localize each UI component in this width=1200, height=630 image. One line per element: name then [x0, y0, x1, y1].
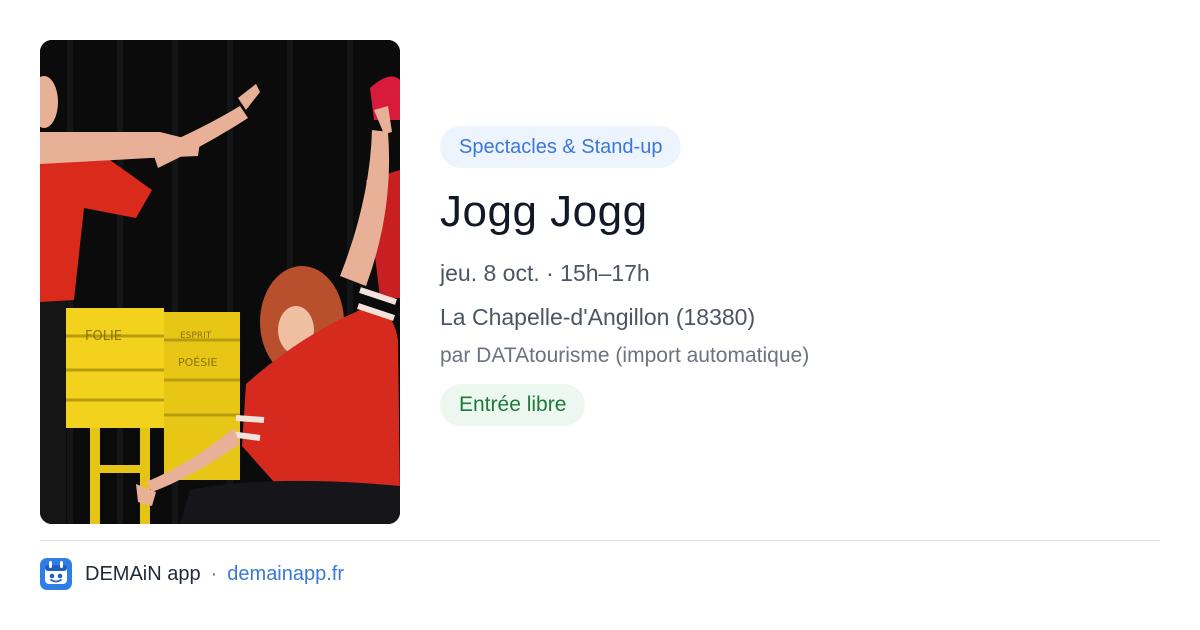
event-photo: FOLIE ESPRIT POÉSIE: [40, 40, 400, 524]
footer-separator: ·: [210, 562, 218, 585]
prop-text-poesie: POÉSIE: [178, 356, 217, 369]
price-badge: Entrée libre: [440, 384, 586, 426]
event-datetime: jeu. 8 oct. · 15h–17h: [440, 260, 650, 286]
site-link[interactable]: demainapp.fr: [227, 563, 344, 586]
prop-text-folie: FOLIE: [85, 329, 122, 344]
event-location: La Chapelle-d'Angillon (18380): [440, 304, 756, 330]
app-name: DEMAiN app: [85, 562, 201, 585]
app-logo-icon: [40, 558, 72, 590]
event-photo-illustration: FOLIE ESPRIT POÉSIE: [40, 40, 400, 524]
footer: DEMAiN app · demainapp.fr: [40, 558, 344, 590]
event-title: Jogg Jogg: [440, 187, 648, 236]
prop-text-esprit: ESPRIT: [180, 331, 212, 341]
category-badge[interactable]: Spectacles & Stand-up: [440, 126, 682, 168]
event-info: Spectacles & Stand-up Jogg Jogg jeu. 8 o…: [440, 126, 1160, 426]
event-source: par DATAtourisme (import automatique): [440, 344, 810, 367]
footer-divider: [40, 540, 1160, 541]
